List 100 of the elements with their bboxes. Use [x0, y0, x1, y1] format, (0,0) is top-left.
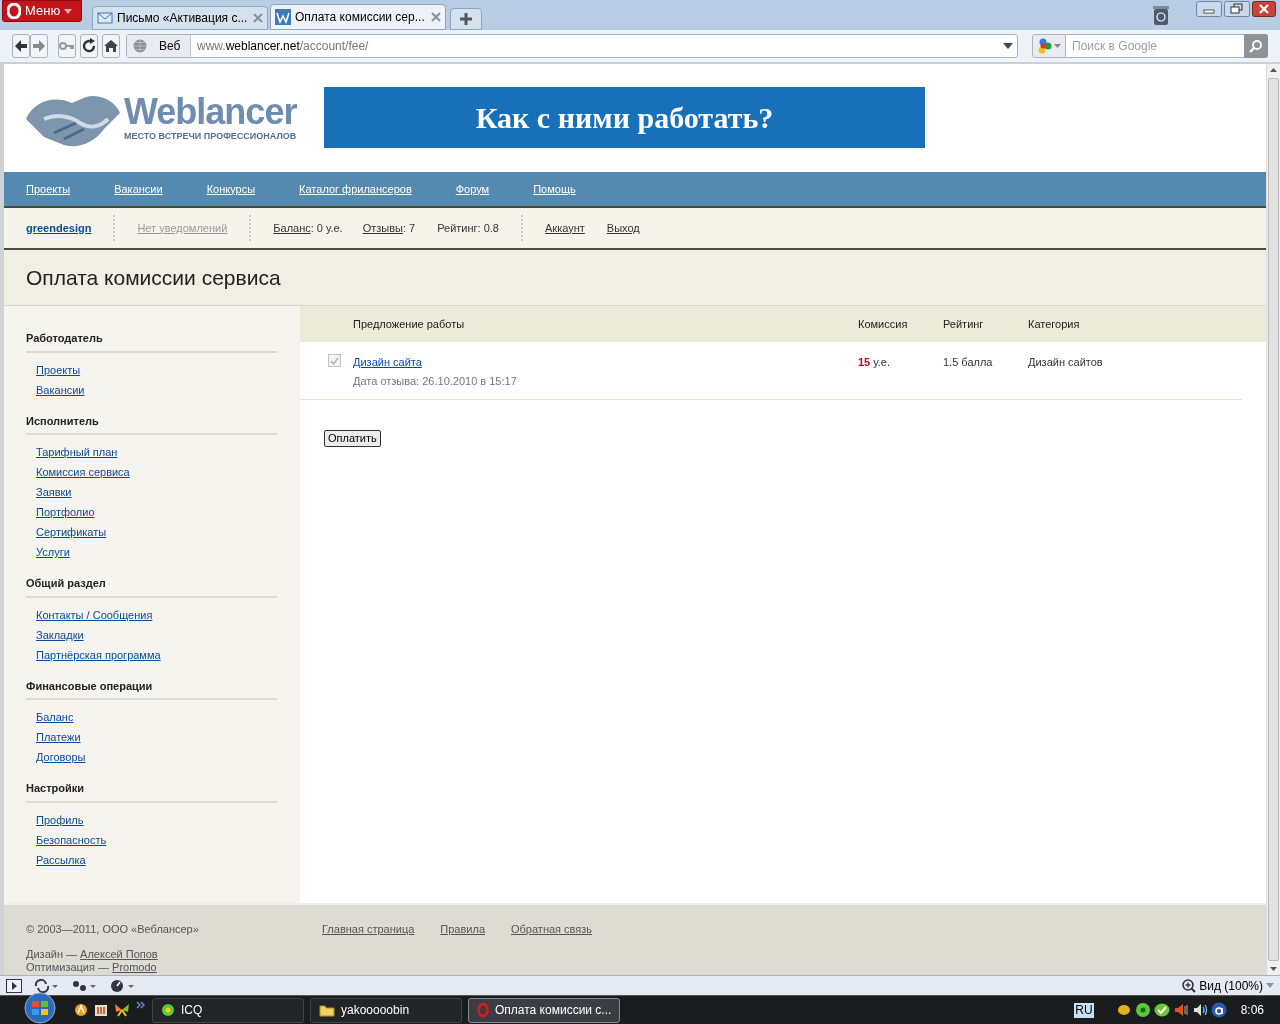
browser-tab[interactable]: Оплата комиссии сер... — [270, 4, 446, 30]
tab-title: Оплата комиссии сер... — [295, 9, 426, 26]
rating-text: Рейтинг: 0.8 — [437, 220, 499, 236]
taskbar-button[interactable]: yakooooobin — [310, 997, 462, 1023]
sidebar-heading: Исполнитель — [26, 412, 277, 435]
sidebar-heading: Общий раздел — [26, 575, 277, 598]
browser-tab[interactable]: Письмо «Активация с... — [92, 6, 268, 30]
sidebar-heading: Настройки — [26, 780, 277, 803]
search-field[interactable]: Поиск в Google — [1066, 34, 1244, 58]
nav-link[interactable]: Конкурсы — [206, 180, 256, 198]
sidebar-link[interactable]: Профиль — [36, 812, 84, 827]
nav-link[interactable]: Вакансии — [114, 180, 163, 198]
google-logo-icon — [1037, 38, 1052, 54]
review-date: Дата отзыва: 26.10.2010 в 15:17 — [353, 373, 518, 389]
sidebar-link[interactable]: Контакты / Сообщения — [36, 607, 153, 622]
commission-cell-text: 15 у.е. — [858, 355, 891, 370]
sidebar-link[interactable]: Комиссия сервиса — [36, 465, 130, 479]
tab-title: Письмо «Активация с... — [117, 10, 249, 27]
logo-tagline: МЕСТО ВСТРЕЧИ ПРОФЕССИОНАЛОВ — [124, 131, 297, 141]
check-icon[interactable] — [1153, 1002, 1170, 1018]
search-button[interactable] — [1244, 34, 1268, 58]
credit-text: Оптимизация — Promodo — [26, 960, 158, 974]
pay-button[interactable]: Оплатить — [324, 429, 381, 447]
caret-icon — [1053, 44, 1061, 48]
promo-banner[interactable]: Как с ними работать? — [324, 86, 925, 148]
speaker-icon[interactable] — [1172, 1002, 1189, 1018]
plus-icon — [460, 13, 472, 25]
sidebar-link[interactable]: Платежи — [36, 730, 81, 744]
forward-icon — [31, 38, 47, 54]
footer-link[interactable]: Правила — [440, 921, 485, 938]
credit-link[interactable]: Алексей Попов — [80, 947, 158, 960]
back-button[interactable] — [12, 34, 30, 58]
sidebar-link[interactable]: Баланс — [36, 710, 74, 724]
nav-link[interactable]: Форум — [455, 180, 490, 198]
sidebar-link[interactable]: Вакансии — [36, 382, 85, 397]
language-indicator[interactable]: RU — [1074, 1002, 1094, 1018]
butterfly-icon[interactable] — [114, 1003, 130, 1017]
zoom-button[interactable]: Вид (100%) — [1182, 976, 1274, 995]
taskbar-button[interactable]: Оплата комиссии с... — [468, 997, 620, 1023]
caret-icon — [64, 8, 73, 14]
opera-logo-icon — [7, 3, 21, 19]
search-icon — [1249, 39, 1263, 53]
sidebar-link[interactable]: Партнёрская программа — [36, 647, 161, 662]
restore-icon[interactable] — [1224, 1, 1250, 17]
reload-button[interactable] — [80, 34, 98, 58]
account-link[interactable]: Аккаунт — [545, 219, 585, 237]
sidebar-link[interactable]: Безопасность — [36, 832, 107, 847]
sidebar-link[interactable]: Сертификаты — [36, 525, 107, 539]
sidebar-link[interactable]: Закладки — [36, 627, 84, 642]
sidebar-link[interactable]: Договоры — [36, 750, 86, 764]
sidebar-heading: Работодатель — [26, 330, 277, 353]
footer-link[interactable]: Главная страница — [322, 921, 415, 938]
balance-text: Баланс: 0 у.е. — [273, 220, 343, 236]
folder-icon — [319, 1003, 335, 1017]
taskbar-button[interactable]: ICQ — [152, 997, 304, 1023]
minimize-icon[interactable] — [1196, 1, 1222, 17]
sync-icon[interactable] — [34, 978, 60, 993]
sidebar-link[interactable]: Тарифный план — [36, 445, 118, 459]
account-link[interactable]: Выход — [606, 219, 640, 237]
credit-link[interactable]: Promodo — [112, 960, 157, 973]
back-icon — [13, 38, 29, 54]
flower-icon[interactable] — [1134, 1002, 1151, 1018]
close-icon[interactable] — [1252, 1, 1276, 17]
nav-link[interactable]: Помощь — [533, 180, 576, 198]
copyright-text: © 2003—2011, ООО «Веблансер» — [26, 922, 200, 937]
sidebar-link[interactable]: Заявки — [36, 485, 72, 499]
page-title: Оплата комиссии сервиса — [26, 264, 281, 291]
panel-toggle-icon[interactable] — [6, 978, 22, 993]
sidebar-link[interactable]: Проекты — [36, 362, 81, 377]
flower-icon — [161, 1003, 175, 1017]
username-link[interactable]: greendesign — [26, 219, 92, 237]
chevron-icon[interactable] — [136, 1001, 146, 1009]
column-header: Комиссия — [858, 316, 909, 332]
column-header: Категория — [1028, 316, 1081, 332]
nav-link[interactable]: Проекты — [26, 180, 71, 198]
sidebar-link[interactable]: Услуги — [36, 545, 70, 559]
search-engine-button[interactable] — [1032, 34, 1066, 58]
w-letter-icon — [275, 9, 291, 25]
new-tab-button[interactable] — [450, 8, 482, 30]
sidebar-link[interactable]: Рассылка — [36, 852, 86, 867]
scrollbar[interactable] — [1266, 64, 1280, 975]
column-header: Рейтинг — [943, 316, 985, 332]
caret-icon — [1266, 983, 1274, 988]
rating-cell-text: 1.5 балла — [943, 355, 994, 370]
sidebar-heading: Финансовые операции — [26, 677, 277, 700]
reviews-text: Отзывы: 7 — [362, 220, 416, 236]
column-header: Предложение работы — [353, 316, 466, 332]
zoom-in-icon — [1182, 978, 1197, 993]
envelope-icon — [97, 11, 113, 25]
logo-wordmark: Weblancer — [124, 93, 297, 130]
home-button[interactable] — [102, 34, 120, 58]
credit-text: Дизайн — Алексей Попов — [26, 947, 159, 961]
letter-a-icon[interactable] — [1210, 1002, 1227, 1018]
sidebar-link[interactable]: Портфолио — [36, 505, 95, 519]
volume-icon[interactable] — [1191, 1002, 1208, 1018]
footer-link[interactable]: Обратная связь — [511, 921, 593, 938]
nav-link[interactable]: Каталог фрилансеров — [299, 180, 412, 198]
home-icon — [103, 38, 119, 54]
clock-text[interactable]: 8:06 — [1240, 1001, 1264, 1019]
menu-button[interactable]: Меню — [2, 0, 82, 22]
